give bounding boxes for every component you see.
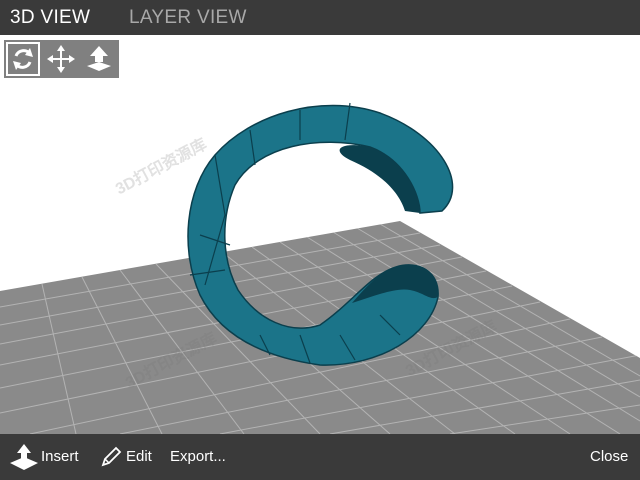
export-button[interactable]: Export... [170,434,226,480]
edit-label: Edit [126,448,152,465]
close-label: Close [590,448,629,465]
view-tool-group [4,40,119,78]
top-bar: 3D VIEW LAYER VIEW [0,0,640,35]
close-button[interactable]: Close [590,434,628,480]
move-icon [47,45,75,73]
bottom-bar: Insert Edit Export... Close [0,434,640,480]
lay-flat-icon [87,46,111,71]
insert-label: Insert [41,448,79,465]
insert-icon [10,444,38,470]
tab-3d-view[interactable]: 3D VIEW [10,7,90,29]
tab-layer-view[interactable]: LAYER VIEW [129,7,247,29]
pencil-icon [101,446,122,467]
scene [0,102,640,434]
move-button[interactable] [44,42,78,76]
export-label: Export... [170,448,226,465]
rotate-icon [13,48,33,70]
lay-flat-button[interactable] [82,42,116,76]
3d-viewport[interactable]: 3D打印资源库 3D打印资源库 3D打印资源库 [0,35,640,434]
rotate-button[interactable] [6,42,40,76]
